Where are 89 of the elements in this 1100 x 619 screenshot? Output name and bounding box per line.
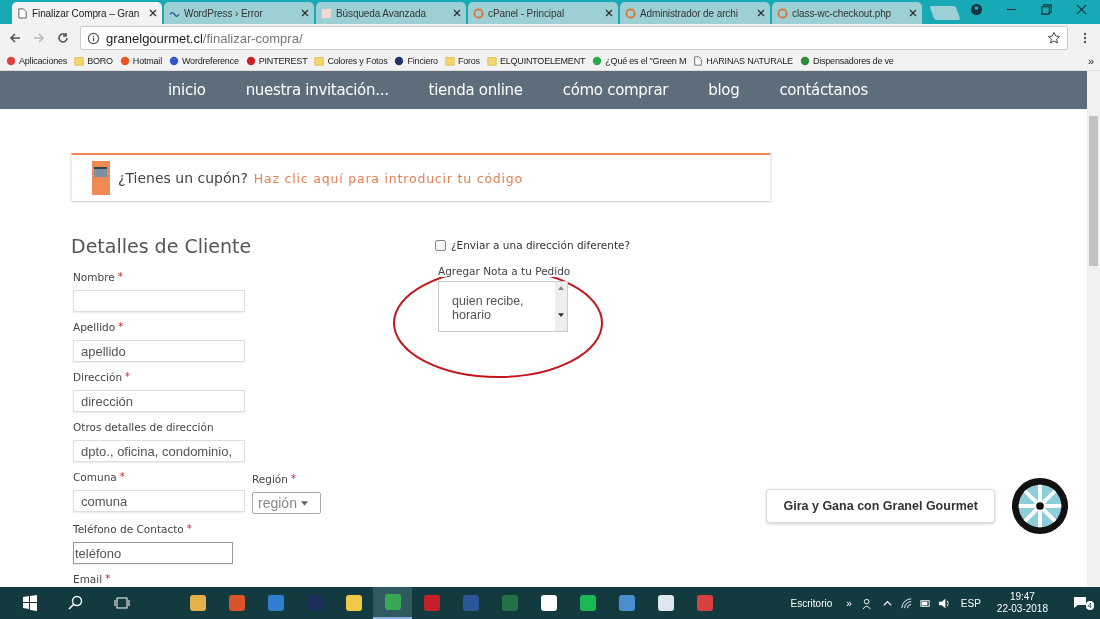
task-view-icon[interactable] xyxy=(114,595,130,611)
required-mark: * xyxy=(118,321,124,332)
nav-link[interactable]: nuestra invitación... xyxy=(245,81,389,99)
bookmark[interactable]: ¿Qué es el "Green M xyxy=(605,56,687,66)
required-mark: * xyxy=(290,473,296,484)
close-icon[interactable] xyxy=(909,9,917,17)
field-label: Apellido xyxy=(73,321,116,333)
required-mark: * xyxy=(117,271,123,282)
browser-tab[interactable]: WordPress › Error xyxy=(164,2,314,24)
browser-tab[interactable]: Finalizar Compra – Gran xyxy=(12,2,162,24)
site-icon xyxy=(625,7,636,19)
region-select[interactable]: región xyxy=(252,492,321,514)
bookmark[interactable]: Aplicaciones xyxy=(19,56,68,66)
nav-link[interactable]: inicio xyxy=(168,81,206,99)
promo-tooltip: Gira y Gana con Granel Gourmet xyxy=(766,489,995,523)
field-label: Otros detalles de dirección xyxy=(73,421,214,433)
toolbar-expand-button[interactable]: » xyxy=(846,597,852,609)
star-icon[interactable] xyxy=(1047,31,1061,45)
field-label: Dirección xyxy=(73,371,123,383)
bookmark[interactable]: Colores y Fotos xyxy=(327,56,388,66)
bookmark[interactable]: Foros xyxy=(457,56,480,66)
close-icon[interactable] xyxy=(605,9,613,17)
clock-date[interactable]: 22-03-2018 xyxy=(996,603,1048,615)
required-mark: * xyxy=(119,471,125,482)
field-label: Agregar Nota a tu Pedido xyxy=(438,265,571,277)
site-icon xyxy=(777,7,788,19)
required-mark: * xyxy=(125,371,131,382)
desktop-toolbar-label[interactable]: Escritorio xyxy=(790,597,833,609)
browser-tab[interactable]: Búsqueda Avanzada xyxy=(316,2,466,24)
bookmark[interactable]: ELQUINTOELEMENT xyxy=(499,56,586,66)
notification-icon[interactable] xyxy=(1072,594,1088,610)
site-icon[interactable] xyxy=(394,56,405,66)
page-icon[interactable] xyxy=(693,56,704,66)
close-icon[interactable] xyxy=(1075,3,1088,16)
browser-tab[interactable]: Administrador de archi xyxy=(620,2,770,24)
browser-tab[interactable]: class-wc-checkout.php xyxy=(772,2,922,24)
wifi-icon[interactable] xyxy=(899,596,913,610)
page-icon xyxy=(17,7,28,19)
close-icon[interactable] xyxy=(453,9,461,17)
address-bar[interactable]: granelgourmet.cl/finalizar-compra/ xyxy=(80,26,1068,50)
site-icon[interactable] xyxy=(245,56,256,66)
prize-wheel-icon[interactable] xyxy=(1011,477,1069,535)
checkbox[interactable] xyxy=(435,239,446,251)
back-icon[interactable] xyxy=(8,31,22,45)
nav-link[interactable]: cómo comprar xyxy=(562,81,669,99)
required-mark: * xyxy=(186,523,192,534)
reload-icon[interactable] xyxy=(56,31,70,45)
checkbox-label[interactable]: ¿Enviar a una dirección diferente? xyxy=(451,239,631,251)
caret-icon xyxy=(300,500,308,506)
clock-time[interactable]: 19:47 xyxy=(1009,591,1035,603)
restore-icon[interactable] xyxy=(1040,3,1053,16)
field-label: Región xyxy=(252,473,288,485)
order-note-field[interactable]: quien recibe, horario xyxy=(438,281,568,332)
nav-link[interactable]: tienda online xyxy=(428,81,523,99)
bookmark[interactable]: Dispensadores de ve xyxy=(812,56,894,66)
coupon-question: ¿Tienes un cupón? xyxy=(118,170,248,186)
bookmark[interactable]: BORO xyxy=(87,56,113,66)
bookmark[interactable]: Hotmail xyxy=(132,56,162,66)
site-icon xyxy=(321,7,332,19)
coupon-icon xyxy=(92,161,110,195)
close-icon[interactable] xyxy=(149,9,157,17)
bookmark[interactable]: HARINAS NATURALE xyxy=(706,56,793,66)
scroll-up-icon[interactable] xyxy=(558,286,564,290)
bookmark[interactable]: Wordreference xyxy=(181,56,239,66)
nav-link[interactable]: blog xyxy=(708,81,740,99)
bookmark[interactable]: PINTEREST xyxy=(258,56,308,66)
close-icon[interactable] xyxy=(757,9,765,17)
nav-link[interactable]: contáctanos xyxy=(779,81,868,99)
site-icon[interactable] xyxy=(168,56,179,66)
more-bookmarks-button[interactable]: » xyxy=(1088,55,1094,67)
field-label: Nombre xyxy=(73,271,115,283)
scroll-down-icon[interactable] xyxy=(558,313,564,317)
field-label: Teléfono de Contacto xyxy=(73,523,184,535)
bookmark[interactable]: Finciero xyxy=(407,56,438,66)
windows-start-icon[interactable] xyxy=(22,595,38,611)
notification-count: 4 xyxy=(1085,601,1094,610)
close-icon[interactable] xyxy=(301,9,309,17)
info-icon xyxy=(87,31,100,45)
language-indicator[interactable]: ESP xyxy=(960,597,981,609)
required-mark: * xyxy=(105,573,111,584)
profile-icon[interactable] xyxy=(970,3,983,16)
browser-tab[interactable]: cPanel - Principal xyxy=(468,2,618,24)
field-label: Comuna xyxy=(73,471,117,483)
search-icon[interactable] xyxy=(68,595,84,611)
input-field[interactable]: teléfono xyxy=(73,542,233,564)
section-heading: Detalles de Cliente xyxy=(71,235,253,259)
field-label: Email xyxy=(73,573,103,585)
scrollbar-thumb[interactable] xyxy=(1089,116,1098,266)
site-icon xyxy=(473,7,484,19)
